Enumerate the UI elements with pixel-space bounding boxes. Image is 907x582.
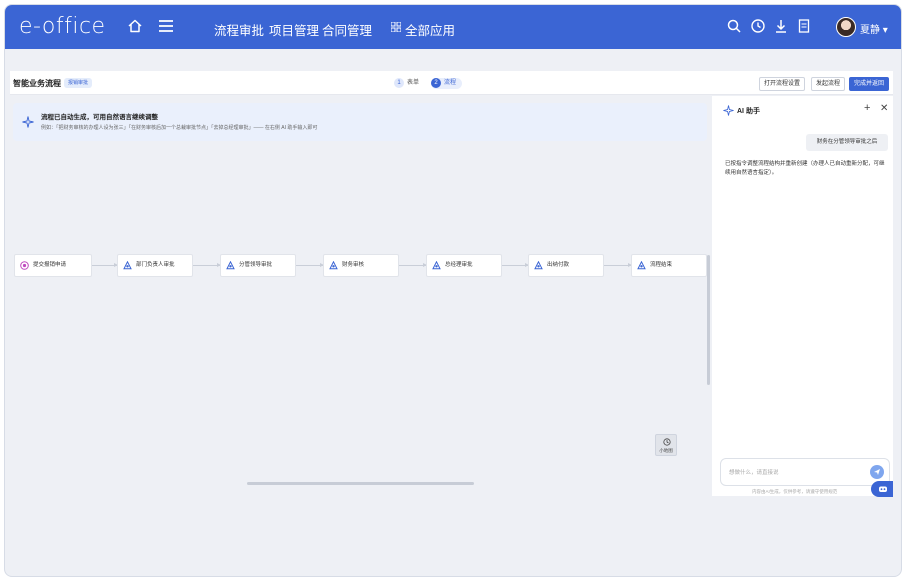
- step-form[interactable]: 1 表单: [394, 78, 419, 89]
- node-label: 分管领导审批: [239, 262, 273, 268]
- approval-node-icon: [637, 261, 646, 270]
- flow-edge: [92, 263, 118, 267]
- user-name-dropdown[interactable]: 夏静 ▾: [860, 21, 888, 36]
- minimap-label: 小地图: [659, 448, 673, 453]
- app-window: e-office 流程审批 项目管理 合同管理 全部应用 夏静 ▾ 智能业务流程…: [4, 4, 902, 577]
- flow-node-dept-approval[interactable]: 部门负责人审批: [117, 254, 193, 277]
- ai-assistant-panel: AI 助手 + ✕ 财务在分管领导审批之后 已按指令调整流程结构并重新创建（办理…: [712, 96, 893, 496]
- approval-node-icon: [432, 261, 441, 270]
- nav-item-contracts[interactable]: 合同管理: [322, 20, 372, 39]
- node-label: 财务审核: [342, 262, 365, 268]
- approval-node-icon: [534, 261, 543, 270]
- node-label: 总经理审批: [445, 262, 473, 268]
- clock-icon[interactable]: [750, 18, 766, 34]
- approval-node-icon: [329, 261, 338, 270]
- nav-item-projects[interactable]: 项目管理: [269, 20, 319, 39]
- nav-item-workflow[interactable]: 流程审批: [214, 20, 264, 39]
- vertical-scrollbar[interactable]: [707, 255, 710, 385]
- notice-example: 例如：「把财务审核的办理人设为张三」「在财务审核后加一个总裁审批节点」「去掉总经…: [41, 125, 318, 131]
- nav-item-all-apps[interactable]: 全部应用: [405, 20, 455, 39]
- node-label: 提交报销申请: [33, 262, 67, 268]
- open-process-settings-button[interactable]: 打开流程设置: [759, 77, 806, 91]
- flow-node-finance-review[interactable]: 财务审核: [323, 254, 399, 277]
- sparkle-icon: [723, 105, 734, 116]
- user-name: 夏静: [860, 25, 880, 36]
- finish-and-return-button[interactable]: 完成并返回: [849, 77, 890, 91]
- step-number: 2: [431, 78, 441, 88]
- apps-grid-icon[interactable]: [391, 22, 401, 32]
- search-icon[interactable]: [726, 18, 742, 34]
- ai-input-placeholder: 想做什么，请直接说: [729, 470, 779, 476]
- close-icon[interactable]: ✕: [880, 103, 888, 114]
- ai-bot-button[interactable]: [871, 481, 893, 497]
- start-process-button[interactable]: 发起流程: [811, 77, 846, 91]
- horizontal-scrollbar[interactable]: [247, 482, 474, 485]
- send-button[interactable]: [870, 465, 884, 479]
- step-label: 流程: [444, 80, 457, 86]
- node-label: 流程结束: [650, 262, 673, 268]
- flow-edge: [193, 263, 221, 267]
- ai-chat-input[interactable]: 想做什么，请直接说: [720, 458, 890, 486]
- flow-node-cashier-payment[interactable]: 出纳付款: [528, 254, 604, 277]
- flow-edge: [296, 263, 324, 267]
- page-header: 智能业务流程 报销审批 1 表单 2 流程 打开流程设置 发起流程 完成并返回: [10, 71, 893, 95]
- page-title: 智能业务流程: [13, 79, 61, 88]
- download-icon[interactable]: [773, 18, 789, 34]
- ai-panel-title: AI 助手: [737, 108, 760, 115]
- auto-generated-notice: 流程已自动生成，可用自然语言继续调整 例如：「把财务审核的办理人设为张三」「在财…: [13, 103, 707, 141]
- minimap-button[interactable]: 小地图: [655, 434, 677, 456]
- sparkle-icon: [22, 116, 34, 128]
- node-label: 出纳付款: [547, 262, 570, 268]
- approval-node-icon: [226, 261, 235, 270]
- start-node-icon: [20, 261, 29, 270]
- menu-icon[interactable]: [159, 20, 173, 32]
- approval-node-icon: [123, 261, 132, 270]
- step-number: 1: [394, 78, 404, 88]
- flow-node-end[interactable]: 流程结束: [631, 254, 707, 277]
- notice-title: 流程已自动生成，可用自然语言继续调整: [41, 114, 158, 121]
- flow-edge: [399, 263, 427, 267]
- top-navigation-bar: e-office 流程审批 项目管理 合同管理 全部应用 夏静 ▾: [5, 5, 901, 49]
- flow-node-gm-approval[interactable]: 总经理审批: [426, 254, 502, 277]
- document-icon[interactable]: [796, 18, 812, 34]
- robot-icon: [879, 486, 887, 492]
- step-flow[interactable]: 2 流程: [431, 78, 463, 89]
- flow-node-submit[interactable]: 提交报销申请: [14, 254, 92, 277]
- home-icon[interactable]: [127, 18, 143, 34]
- flow-canvas[interactable]: 提交报销申请 部门负责人审批 分管领导审批 财务审核 总经理审批 出纳付款 流程…: [10, 145, 710, 495]
- new-chat-icon[interactable]: +: [864, 102, 870, 114]
- node-label: 部门负责人审批: [136, 262, 175, 268]
- process-type-badge: 报销审批: [64, 78, 93, 88]
- flow-node-leader-approval[interactable]: 分管领导审批: [220, 254, 296, 277]
- send-icon: [874, 469, 880, 475]
- ai-disclaimer: 内容由AI生成，仅供参考，请遵守使用规范: [752, 489, 838, 494]
- minimap-icon: [663, 438, 671, 446]
- user-message: 财务在分管领导审批之后: [806, 134, 888, 151]
- flow-edge: [502, 263, 529, 267]
- ai-reply: 已按指令调整流程结构并重新创建（办理人已自动重新分配，可继续用自然语言指定）。: [725, 161, 885, 176]
- avatar[interactable]: [836, 17, 856, 37]
- app-logo[interactable]: e-office: [19, 14, 106, 39]
- step-label: 表单: [407, 80, 420, 86]
- flow-edge: [604, 263, 632, 267]
